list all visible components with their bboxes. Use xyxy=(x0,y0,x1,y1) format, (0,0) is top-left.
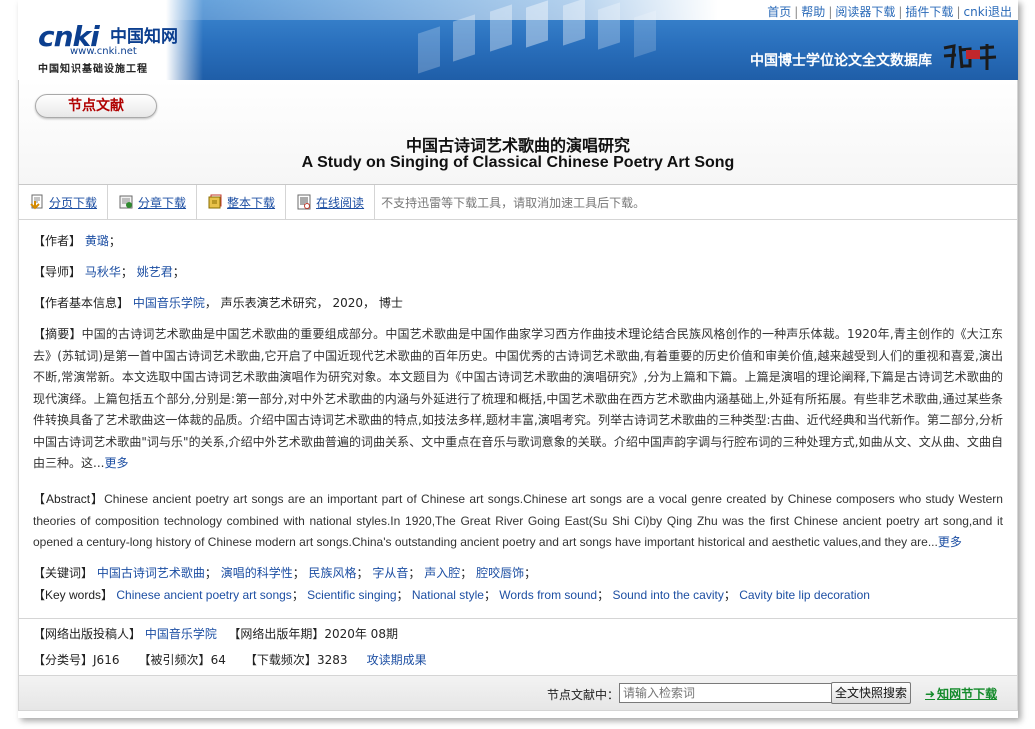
author-info-label: 【作者基本信息】 xyxy=(33,296,130,310)
keyword-link[interactable]: 演唱的科学性 xyxy=(221,566,293,580)
footer-search-bar: 节点文献中： 全文快照搜索 ➜知网节下载 xyxy=(18,675,1018,711)
abstract-en: 【Abstract】Chinese ancient poetry art son… xyxy=(33,489,1003,554)
class-no: J616 xyxy=(93,653,120,667)
logo-subtitle: 中国知识基础设施工程 xyxy=(38,64,148,75)
keywords-en-row: 【Key words】 Chinese ancient poetry art s… xyxy=(33,588,870,602)
title-english: A Study on Singing of Classical Chinese … xyxy=(301,154,735,171)
keywords-label: 【关键词】 xyxy=(33,566,94,580)
download-count: 3283 xyxy=(316,653,348,667)
document-info: 【作者】 黄璐； 【导师】 马秋华； 姚艺君； 【作者基本信息】 中国音乐学院，… xyxy=(18,220,1018,618)
keyword-link[interactable]: 腔咬唇饰 xyxy=(476,566,524,580)
cited-label: 【被引频次】 xyxy=(138,653,211,667)
cited-count: 64 xyxy=(210,653,226,667)
full-download[interactable]: 整本下载 xyxy=(197,185,287,219)
online-read[interactable]: 在线阅读 xyxy=(286,185,376,219)
class-label: 【分类号】 xyxy=(33,653,94,667)
advisor-row: 【导师】 马秋华； 姚艺君； xyxy=(33,265,185,279)
online-read-link[interactable]: 在线阅读 xyxy=(316,194,364,211)
downloads-label: 【下载频次】 xyxy=(244,653,317,667)
snapshot-search-button[interactable]: 全文快照搜索 xyxy=(831,682,911,704)
online-read-icon xyxy=(297,194,311,210)
node-document-tab[interactable]: 节点文献 xyxy=(35,94,157,118)
top-nav: 首页 | 帮助 | 阅读器下载 | 插件下载 | cnki退出 xyxy=(767,5,1012,19)
site-header: cnki 中国知网 www.cnki.net 中国知识基础设施工程 首页 | 帮助 |… xyxy=(18,0,1018,80)
nav-plugin-download[interactable]: 插件下载 xyxy=(905,5,953,19)
author-label: 【作者】 xyxy=(33,234,82,248)
keywords-row: 【关键词】 中国古诗词艺术歌曲； 演唱的科学性； 民族风格； 字从音； 声入腔；… xyxy=(33,566,537,580)
abstract-en-more-link[interactable]: 更多 xyxy=(938,535,962,549)
advisor-link-1[interactable]: 马秋华 xyxy=(85,265,121,279)
nav-home[interactable]: 首页 xyxy=(767,5,791,19)
keyword-en-link[interactable]: Scientific singing xyxy=(307,588,396,602)
cnki-node-download[interactable]: ➜ 知网节下载 xyxy=(925,685,997,702)
brand-seal-icon xyxy=(943,44,997,70)
keywords-en-label: 【Key words】 xyxy=(33,588,114,602)
author-info-rest: ， 声乐表演艺术研究， 2020， 博士 xyxy=(204,296,403,310)
chapter-download-link[interactable]: 分章下载 xyxy=(138,194,186,211)
abstract-cn: 【摘要】中国的古诗词艺术歌曲是中国艺术歌曲的重要组成部分。中国艺术歌曲是中国作曲… xyxy=(33,324,1003,475)
keyword-en-link[interactable]: Words from sound xyxy=(499,588,597,602)
download-bar: 分页下载 分章下载 整本下载 在线阅读 不支持迅雷等下载工具，请取消加速工具后下… xyxy=(18,184,1018,220)
page-download-link[interactable]: 分页下载 xyxy=(49,194,97,211)
footer-search-input[interactable] xyxy=(619,683,833,703)
publisher-row: 【网络出版投稿人】 中国音乐学院 【网络出版年期】2020年 08期 xyxy=(33,623,1003,645)
page-download-icon xyxy=(30,194,43,210)
download-note: 不支持迅雷等下载工具，请取消加速工具后下载。 xyxy=(381,195,646,210)
abstract-more-link[interactable]: 更多 xyxy=(104,456,128,470)
nav-help[interactable]: 帮助 xyxy=(801,5,825,19)
footer-search-label: 节点文献中： xyxy=(547,688,620,702)
pub-date-label: 【网络出版年期】 xyxy=(228,627,325,641)
keyword-en-link[interactable]: Cavity bite lip decoration xyxy=(739,588,870,602)
abstract-en-text: Chinese ancient poetry art songs are an … xyxy=(33,492,1003,549)
title-area: 节点文献 中国古诗词艺术歌曲的演唱研究 A Study on Singing o… xyxy=(18,80,1018,184)
page-container: cnki 中国知网 www.cnki.net 中国知识基础设施工程 首页 | 帮助 |… xyxy=(18,0,1018,718)
nav-reader-download[interactable]: 阅读器下载 xyxy=(835,5,895,19)
keyword-en-link[interactable]: National style xyxy=(412,588,484,602)
institution-link[interactable]: 中国音乐学院 xyxy=(133,296,205,310)
pub-date: 2020年 08期 xyxy=(324,627,398,641)
cnki-logo-cn: 中国知网 xyxy=(110,27,178,47)
full-download-icon xyxy=(208,194,222,209)
cnki-node-download-label: 知网节下载 xyxy=(937,687,998,701)
chapter-download[interactable]: 分章下载 xyxy=(108,185,198,219)
abstract-label: 【摘要】 xyxy=(33,327,82,341)
chapter-download-icon xyxy=(119,195,133,209)
title-chinese: 中国古诗词艺术歌曲的演唱研究 xyxy=(405,136,630,155)
abstract-text: 中国的古诗词艺术歌曲是中国艺术歌曲的重要组成部分。中国艺术歌曲是中国作曲家学习西… xyxy=(33,327,1003,470)
author-row: 【作者】 黄璐； xyxy=(33,234,121,248)
class-row: 【分类号】J616 【被引频次】64 【下载频次】3283 攻读期成果 xyxy=(33,649,1003,671)
author-info-row: 【作者基本信息】 中国音乐学院， 声乐表演艺术研究， 2020， 博士 xyxy=(33,292,1003,314)
abstract-en-label: 【Abstract】 xyxy=(33,492,105,506)
keyword-en-link[interactable]: Chinese ancient poetry art songs xyxy=(116,588,291,602)
keyword-en-link[interactable]: Sound into the cavity xyxy=(612,588,723,602)
full-download-link[interactable]: 整本下载 xyxy=(227,194,275,211)
keyword-link[interactable]: 声入腔 xyxy=(424,566,460,580)
attack-results-link[interactable]: 攻读期成果 xyxy=(367,653,427,667)
advisor-link-2[interactable]: 姚艺君 xyxy=(137,265,173,279)
keyword-link[interactable]: 民族风格 xyxy=(309,566,357,580)
arrow-right-icon: ➜ xyxy=(925,687,936,701)
logo-url: www.cnki.net xyxy=(70,46,137,57)
nav-logout[interactable]: 退出 xyxy=(988,5,1012,19)
advisor-label: 【导师】 xyxy=(33,265,82,279)
nav-user[interactable]: cnki xyxy=(963,5,988,19)
database-name: 中国博士学位论文全文数据库 xyxy=(750,53,932,69)
keyword-link[interactable]: 中国古诗词艺术歌曲 xyxy=(97,566,205,580)
author-link[interactable]: 黄璐 xyxy=(85,234,109,248)
publisher-link[interactable]: 中国音乐学院 xyxy=(145,627,217,641)
keyword-link[interactable]: 字从音 xyxy=(372,566,408,580)
page-download[interactable]: 分页下载 xyxy=(19,185,109,219)
publication-info: 【网络出版投稿人】 中国音乐学院 【网络出版年期】2020年 08期 【分类号】… xyxy=(18,618,1018,675)
publisher-label: 【网络出版投稿人】 xyxy=(33,627,142,641)
